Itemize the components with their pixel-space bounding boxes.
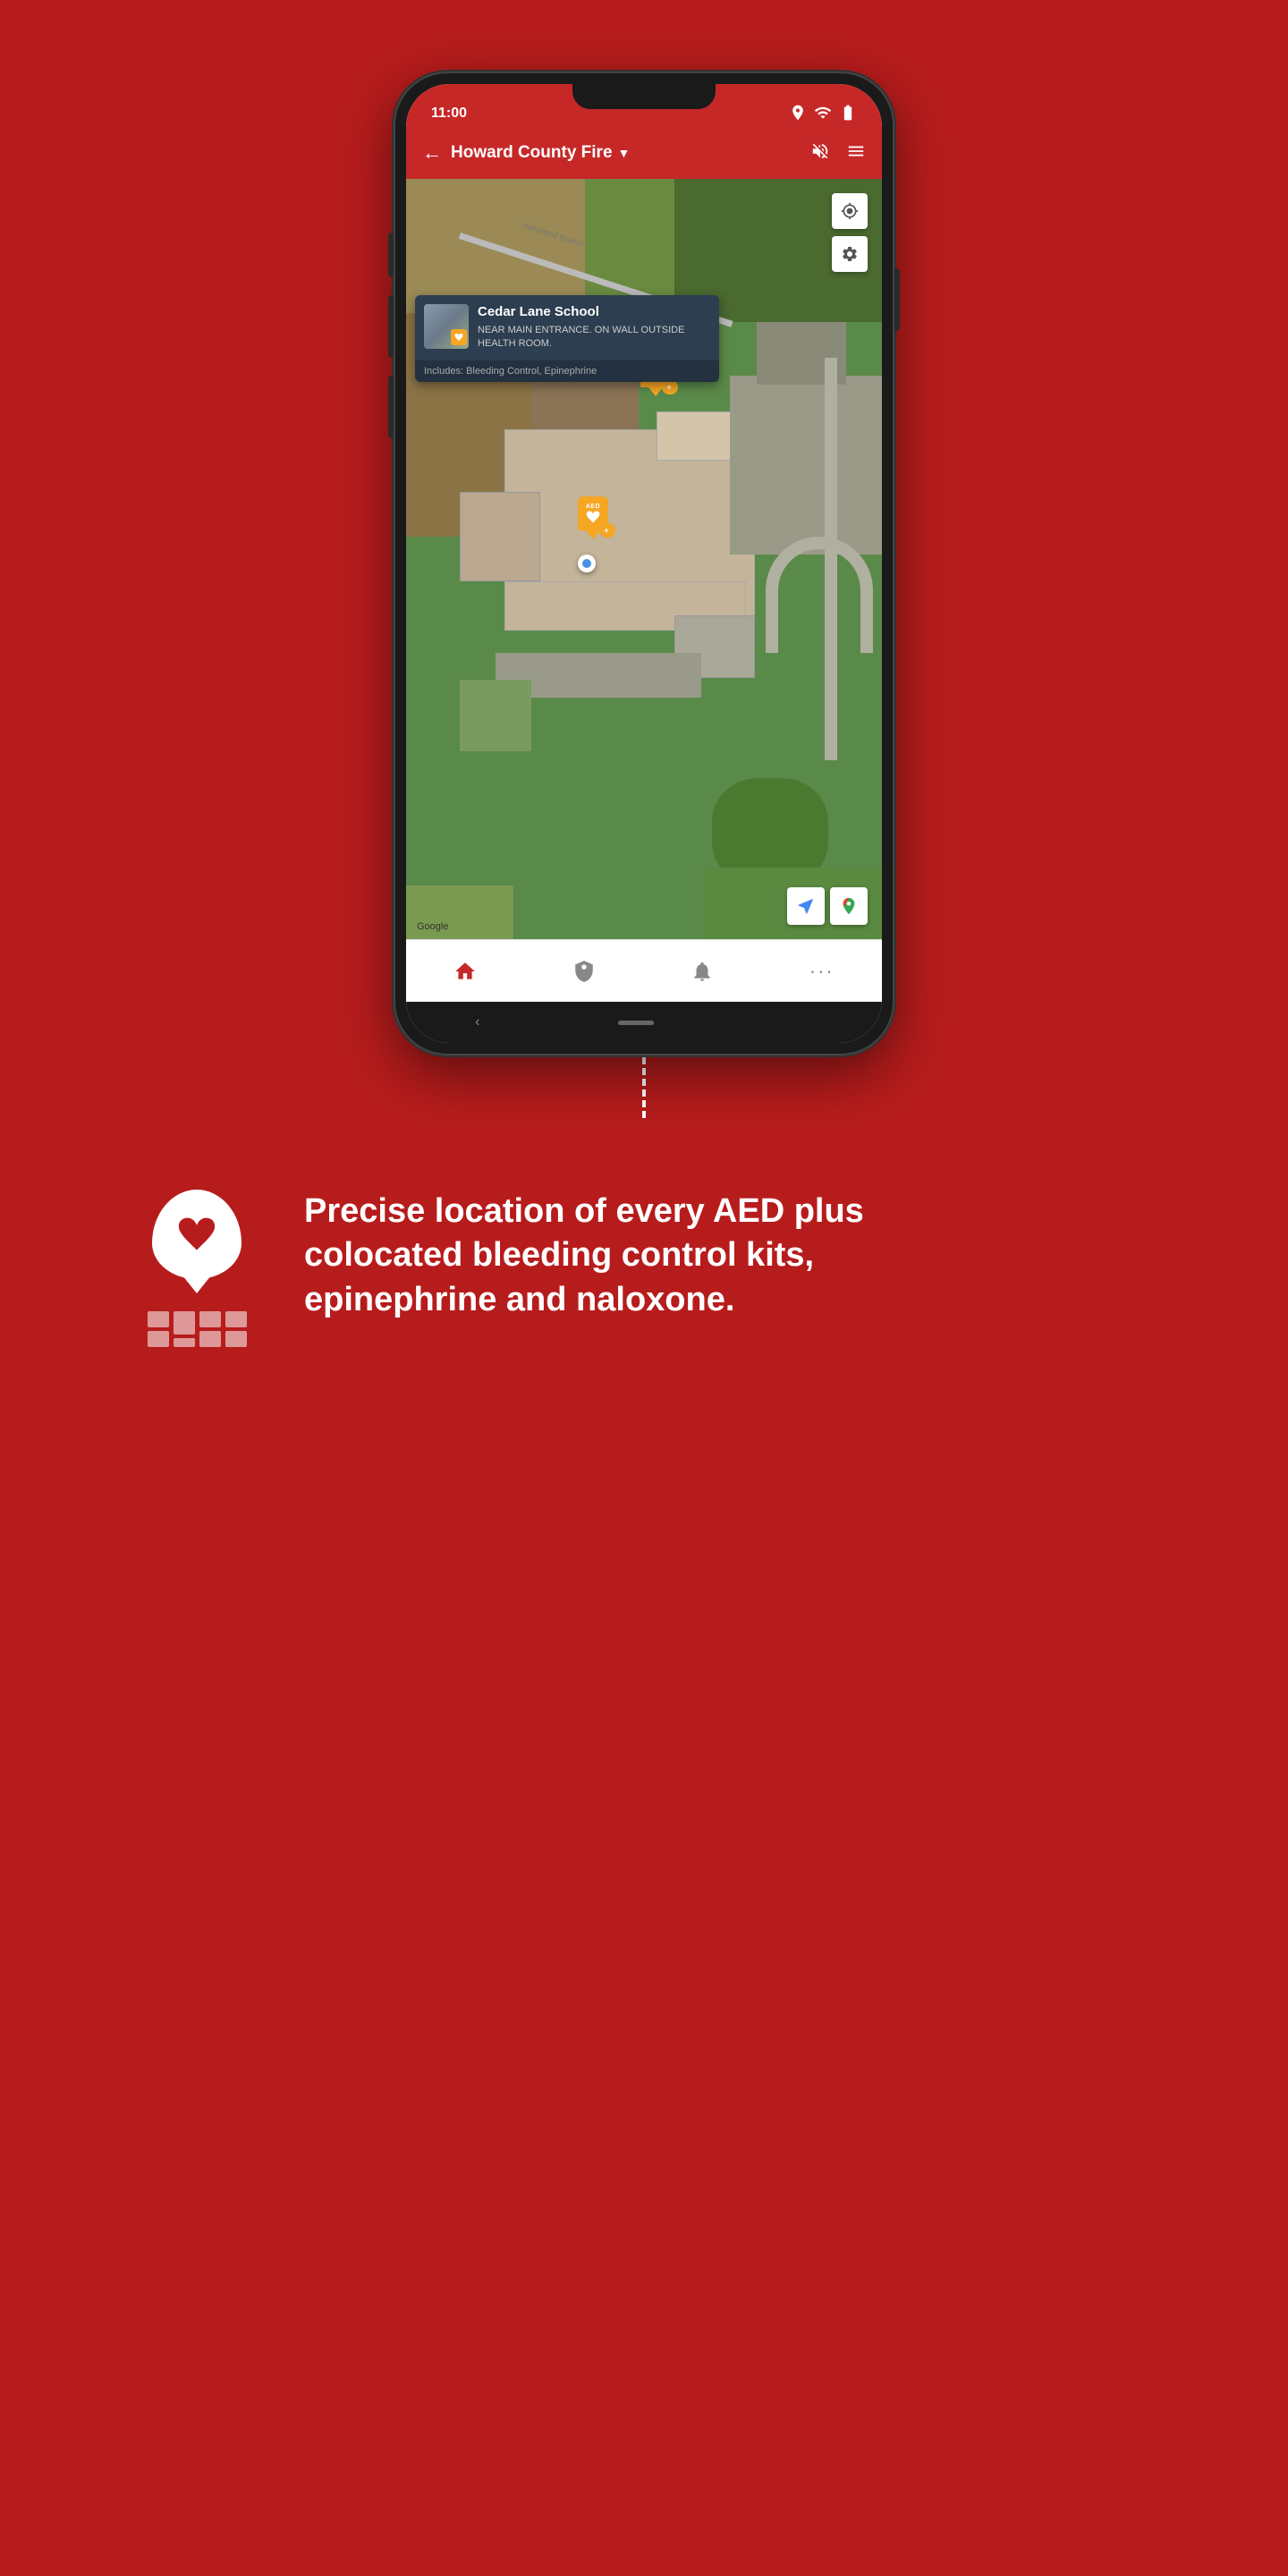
location-indicator — [578, 555, 596, 572]
popup-title: Cedar Lane School — [478, 304, 710, 320]
heart-icon-2 — [586, 510, 600, 524]
popup-header: Cedar Lane School NEAR MAIN ENTRANCE. ON… — [415, 295, 719, 360]
dashed-connector — [642, 1046, 646, 1118]
grid-col-4 — [225, 1311, 247, 1347]
popup-description: NEAR MAIN ENTRANCE. ON WALL OUTSIDE HEAL… — [478, 324, 710, 352]
app-title[interactable]: Howard County Fire ▼ — [451, 143, 801, 163]
volume-down-button — [388, 376, 394, 438]
bottom-navigation: ··· — [406, 939, 882, 1002]
map-view[interactable]: Hammond Branch — [406, 179, 882, 939]
google-watermark: Google — [417, 921, 448, 932]
gear-icon — [841, 245, 859, 263]
grid-cell — [199, 1331, 221, 1347]
grid-cell-tall — [174, 1311, 195, 1335]
aed-location-icon-container — [125, 1190, 268, 1351]
silent-button — [388, 233, 394, 277]
directions-icon — [796, 896, 816, 916]
popup-footer: Includes: Bleeding Control, Epinephrine — [415, 360, 719, 382]
battery-status-icon — [839, 104, 857, 122]
pin-head — [152, 1190, 242, 1279]
google-maps-button[interactable] — [830, 887, 868, 925]
speaker-icon — [810, 141, 830, 161]
pin-container — [152, 1190, 242, 1293]
phone-notch — [572, 84, 716, 109]
popup-image — [424, 304, 469, 349]
grid-cell — [148, 1311, 169, 1327]
power-button — [894, 268, 900, 331]
bottom-section: Precise location of every AED plus coloc… — [0, 1118, 1288, 1422]
phone-device: 11:00 ← — [394, 72, 894, 1055]
aed-pointer-1 — [648, 387, 663, 396]
grid-cell — [225, 1331, 247, 1347]
google-maps-icon — [839, 896, 859, 916]
aed-pointer-2 — [586, 530, 600, 539]
grid-cell — [225, 1311, 247, 1327]
popup-text: Cedar Lane School NEAR MAIN ENTRANCE. ON… — [478, 304, 710, 352]
status-icons — [789, 104, 857, 122]
nav-item-more[interactable]: ··· — [792, 953, 852, 990]
tagline-text: Precise location of every AED plus coloc… — [304, 1190, 930, 1322]
nav-item-home[interactable] — [436, 953, 495, 990]
grid-col-3 — [199, 1311, 221, 1347]
map-settings-button[interactable] — [832, 236, 868, 272]
aed-plus-1: + — [662, 380, 676, 394]
crosshair-icon — [841, 202, 859, 220]
phone-screen: 11:00 ← — [406, 84, 882, 1043]
hamburger-icon — [846, 141, 866, 161]
bell-icon — [691, 960, 714, 983]
more-dots-icon: ··· — [809, 960, 835, 983]
app-bar-actions — [810, 141, 866, 165]
building-annex-left — [460, 492, 540, 581]
back-button[interactable]: ← — [422, 141, 442, 165]
location-status-icon — [789, 104, 807, 122]
building-grid — [148, 1311, 247, 1347]
app-bar: ← Howard County Fire ▼ — [406, 127, 882, 179]
home-pill[interactable] — [618, 1021, 654, 1025]
dropdown-arrow-icon: ▼ — [618, 146, 631, 160]
building-annex-top — [657, 411, 737, 461]
location-control-button[interactable] — [832, 193, 868, 229]
mute-icon[interactable] — [810, 141, 830, 165]
navigation-buttons — [787, 887, 868, 925]
icon-group — [125, 1190, 268, 1347]
aed-label-2: AED — [586, 504, 600, 510]
grid-cell-short — [174, 1338, 195, 1347]
aed-marker-2[interactable]: AED + — [578, 496, 608, 539]
system-nav-bar: ‹ — [406, 1002, 882, 1043]
grid-col-2 — [174, 1311, 195, 1347]
status-time: 11:00 — [431, 106, 467, 122]
grid-col-1 — [148, 1311, 169, 1347]
road-curve — [766, 537, 873, 653]
lawn-area — [460, 680, 531, 751]
heart-in-pin-icon — [177, 1215, 216, 1254]
location-center — [582, 559, 591, 568]
pin-pointer — [182, 1275, 211, 1293]
aed-plus-2: + — [599, 523, 614, 538]
map-background: Hammond Branch — [406, 179, 882, 939]
fire-badge-icon — [572, 960, 596, 983]
app-title-text: Howard County Fire — [451, 143, 613, 163]
parking-right — [730, 376, 882, 555]
phone-shell: 11:00 ← — [394, 72, 894, 1055]
grid-cell — [148, 1331, 169, 1347]
home-icon — [453, 960, 477, 983]
nav-item-fire[interactable] — [555, 953, 614, 990]
nav-item-alerts[interactable] — [673, 953, 732, 990]
menu-icon[interactable] — [846, 141, 866, 165]
grid-cell — [199, 1311, 221, 1327]
location-info-popup[interactable]: Cedar Lane School NEAR MAIN ENTRANCE. ON… — [415, 295, 719, 382]
waze-nav-button[interactable] — [787, 887, 825, 925]
user-location-dot — [578, 555, 596, 572]
back-gesture-icon[interactable]: ‹ — [475, 1014, 479, 1030]
wifi-status-icon — [814, 104, 832, 122]
popup-aed-badge — [451, 329, 467, 345]
volume-up-button — [388, 295, 394, 358]
